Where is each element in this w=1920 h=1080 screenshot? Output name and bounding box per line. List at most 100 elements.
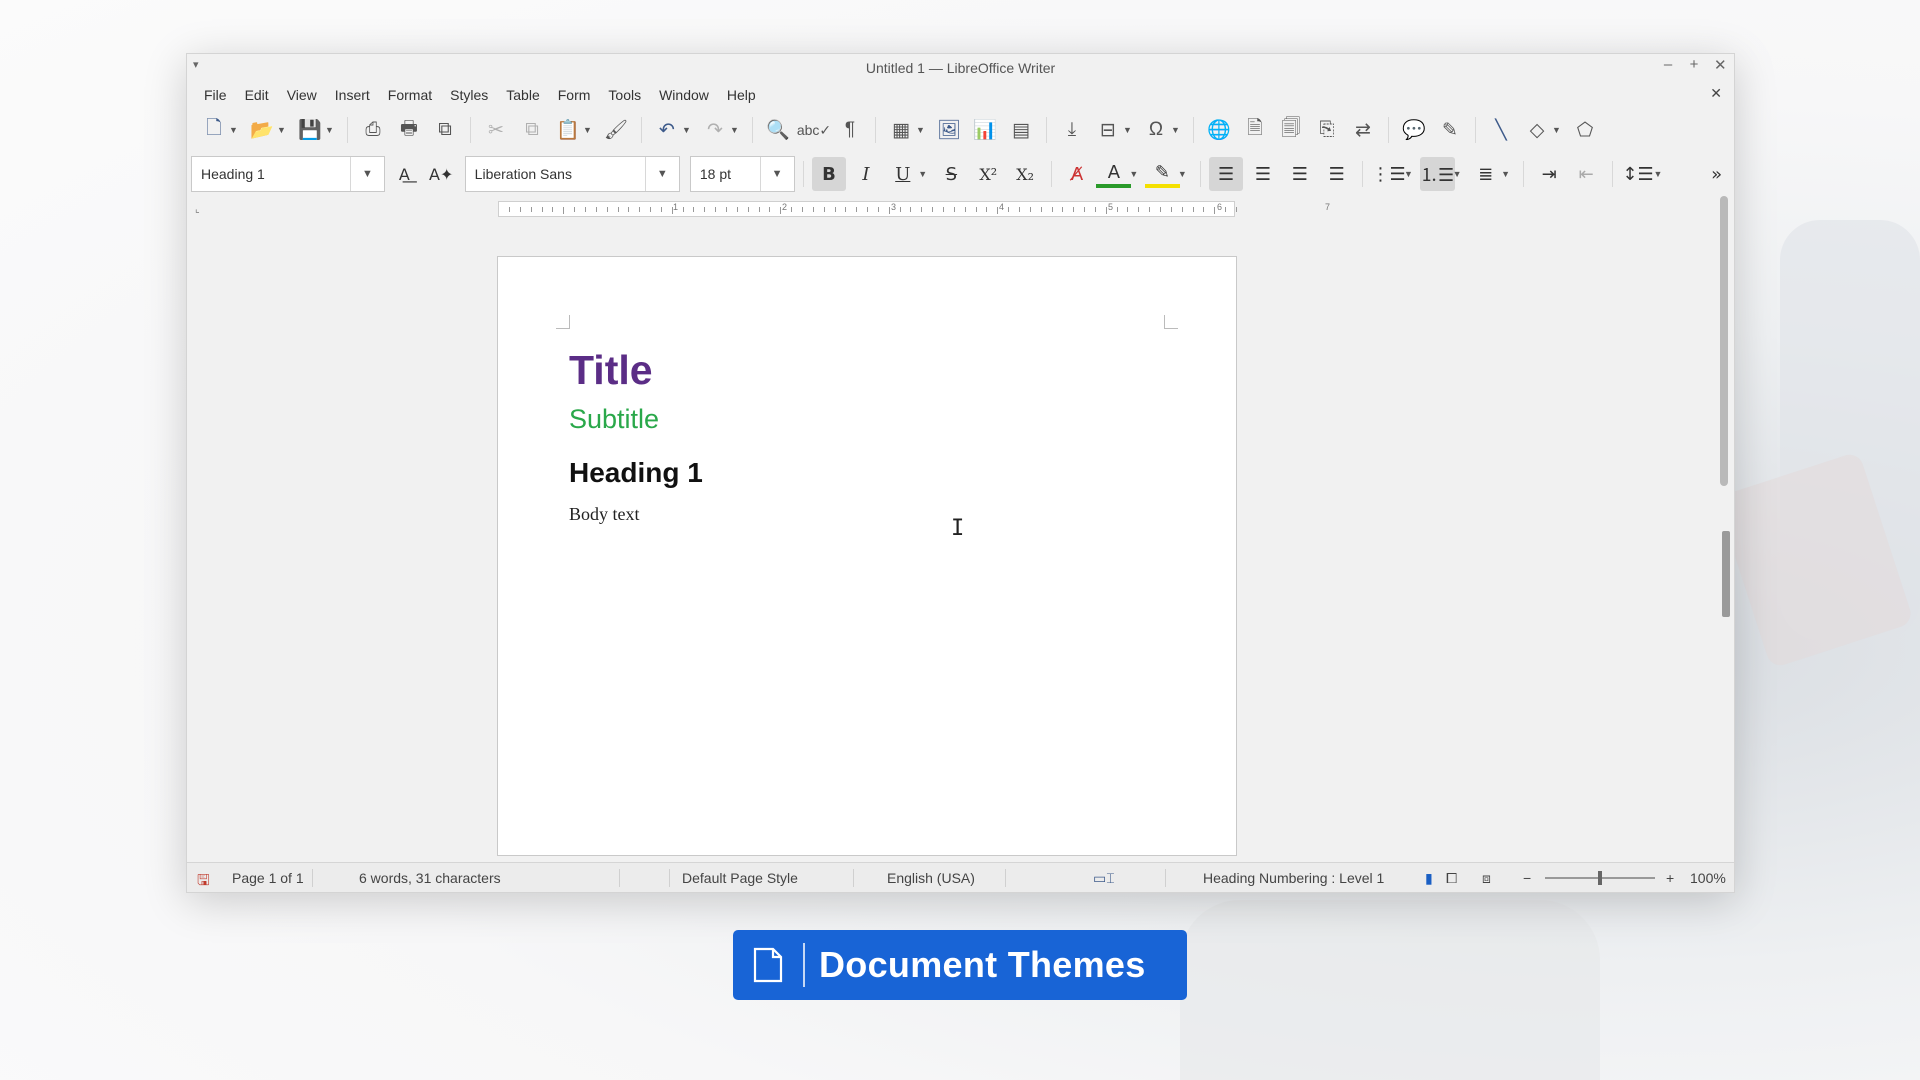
zoom-in-icon[interactable]: + [1666,870,1674,886]
shapes-icon[interactable]: ◇ [1520,114,1554,146]
outline-dropdown-icon[interactable]: ▼ [1501,169,1511,179]
font-size-combo[interactable]: 18 pt ▼ [689,156,795,192]
font-color-icon[interactable]: A [1096,160,1132,188]
menu-edit[interactable]: Edit [236,87,278,103]
document-page[interactable]: Title Subtitle Heading 1 Body text [497,256,1237,856]
formatting-marks-icon[interactable]: ¶ [833,114,867,146]
bold-button[interactable]: B [811,157,847,191]
insert-mode-icon[interactable]: ▭⌶ [1093,870,1115,887]
bullet-dropdown-icon[interactable]: ▼ [1404,169,1414,179]
italic-button[interactable]: I [848,157,883,191]
book-view-icon[interactable]: ⧈ [1482,870,1491,887]
document-subtitle-text[interactable]: Subtitle [569,404,659,435]
decrease-indent-icon[interactable]: ⇤ [1569,157,1604,191]
zoom-out-icon[interactable]: − [1523,870,1531,886]
word-count-status[interactable]: 6 words, 31 characters [359,870,501,886]
menu-table[interactable]: Table [497,87,548,103]
menu-insert[interactable]: Insert [326,87,379,103]
draw-functions-icon[interactable]: ⬠ [1568,114,1602,146]
bullet-list-icon[interactable]: ⋮☰ [1371,157,1406,191]
numbered-list-icon[interactable]: ⒈☰ [1419,157,1455,191]
line-spacing-icon[interactable]: ↕☰ [1621,157,1656,191]
outline-list-icon[interactable]: ≣ [1468,157,1503,191]
tab-stop-selector[interactable]: ⌞ [195,204,200,215]
find-replace-icon[interactable]: 🔍 [761,114,795,146]
footnote-icon[interactable]: 🗎 [1238,114,1272,146]
close-document-button[interactable]: ✕ [1710,85,1722,102]
align-left-icon[interactable]: ☰ [1208,157,1244,191]
line-spacing-dropdown-icon[interactable]: ▼ [1653,169,1663,179]
vertical-scrollbar[interactable] [1720,196,1730,826]
align-center-icon[interactable]: ☰ [1245,157,1280,191]
hyperlink-icon[interactable]: 🌐 [1202,114,1236,146]
print-icon[interactable]: 🖶 [392,114,426,146]
chevron-down-icon[interactable]: ▼ [759,157,794,191]
superscript-button[interactable]: X² [971,157,1006,191]
zoom-slider-handle[interactable] [1598,871,1602,885]
comment-icon[interactable]: 💬 [1397,114,1431,146]
insert-field-icon[interactable]: ⊟ [1091,114,1125,146]
bookmark-icon[interactable]: ⎘ [1310,114,1344,146]
menu-tools[interactable]: Tools [599,87,650,103]
new-document-icon[interactable]: 🗋 [197,114,231,146]
scrollbar-thumb[interactable] [1720,196,1728,486]
cross-reference-icon[interactable]: ⇄ [1346,114,1380,146]
insert-table-icon[interactable]: ▦ [884,114,918,146]
underline-button[interactable]: U [885,157,920,191]
zoom-level-status[interactable]: 100% [1690,870,1726,886]
font-color-dropdown-icon[interactable]: ▼ [1129,169,1139,179]
underline-dropdown-icon[interactable]: ▼ [918,169,928,179]
menu-help[interactable]: Help [718,87,765,103]
line-icon[interactable]: ╲ [1484,114,1518,146]
clone-formatting-icon[interactable]: 🖌 [599,114,633,146]
justify-icon[interactable]: ☰ [1319,157,1354,191]
menu-window[interactable]: Window [650,87,718,103]
document-heading1-text[interactable]: Heading 1 [569,457,703,489]
document-modified-icon[interactable]: 🖫 [197,870,210,892]
copy-icon[interactable]: ⧉ [515,114,549,146]
numbered-dropdown-icon[interactable]: ▼ [1453,169,1463,179]
window-menu-icon[interactable]: ▾ [193,58,199,71]
clear-formatting-icon[interactable]: A̸ [1060,157,1095,191]
highlight-color-icon[interactable]: ✎ [1145,160,1180,188]
increase-indent-icon[interactable]: ⇥ [1532,157,1567,191]
document-title-text[interactable]: Title [569,347,653,394]
maximize-button[interactable]: + [1688,56,1700,74]
insert-chart-icon[interactable]: 📊 [968,114,1002,146]
font-name-combo[interactable]: Liberation Sans ▼ [464,156,680,192]
track-changes-icon[interactable]: ✎ [1433,114,1467,146]
endnote-icon[interactable]: 🗐 [1274,114,1308,146]
strikethrough-button[interactable]: S [934,157,969,191]
single-page-view-icon[interactable]: ▮ [1425,870,1433,887]
redo-icon[interactable]: ↷ [698,114,732,146]
chevron-down-icon[interactable]: ▼ [644,157,679,191]
menu-styles[interactable]: Styles [441,87,497,103]
special-character-icon[interactable]: Ω [1139,114,1173,146]
language-status[interactable]: English (USA) [887,870,975,886]
menu-form[interactable]: Form [549,87,600,103]
document-body-text[interactable]: Body text [569,504,640,525]
save-icon[interactable]: 💾 [293,114,327,146]
minimize-button[interactable]: – [1662,56,1674,74]
subscript-button[interactable]: X₂ [1008,157,1043,191]
spellcheck-icon[interactable]: abc✓ [797,114,831,146]
insert-image-icon[interactable]: 🖼 [932,114,966,146]
insert-textbox-icon[interactable]: ▤ [1004,114,1038,146]
update-style-icon[interactable]: A͟ [387,157,422,191]
paste-icon[interactable]: 📋 [551,114,585,146]
menu-file[interactable]: File [195,87,236,103]
page-style-status[interactable]: Default Page Style [682,870,798,886]
multi-page-view-icon[interactable]: ⧠ [1446,870,1457,887]
page-number-status[interactable]: Page 1 of 1 [232,870,304,886]
chevron-down-icon[interactable]: ▼ [349,157,384,191]
page-break-icon[interactable]: ⤓ [1055,114,1089,146]
new-style-icon[interactable]: A✦ [424,157,459,191]
menu-format[interactable]: Format [379,87,441,103]
horizontal-ruler[interactable]: 1 2 3 4 5 6 7 [498,201,1330,217]
cut-icon[interactable]: ✂ [479,114,513,146]
paragraph-style-combo[interactable]: Heading 1 ▼ [191,156,385,192]
print-preview-icon[interactable]: ⧉ [428,114,462,146]
export-pdf-icon[interactable]: ⎙ [356,114,390,146]
open-folder-icon[interactable]: 📂 [245,114,279,146]
close-window-button[interactable]: ✕ [1714,56,1727,74]
